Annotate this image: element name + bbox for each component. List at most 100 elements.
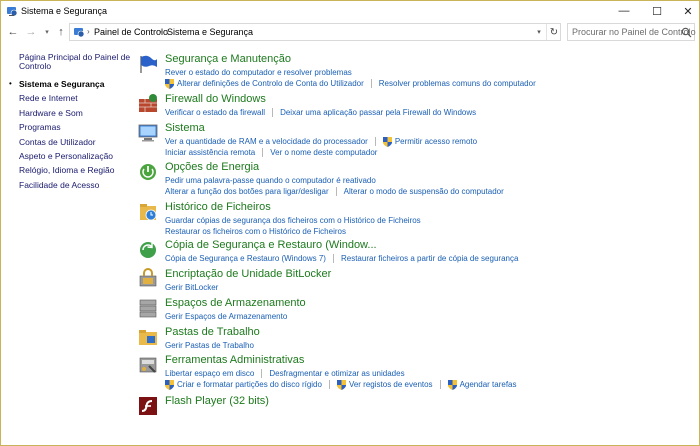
category-link-row: Guardar cópias de segurança dos ficheiro… bbox=[165, 215, 421, 226]
task-link[interactable]: Alterar a função dos botões para ligar/d… bbox=[165, 187, 329, 196]
category-title[interactable]: Cópia de Segurança e Restauro (Window... bbox=[165, 239, 377, 251]
up-button[interactable]: ↑ bbox=[53, 24, 69, 40]
category-link-row: Libertar espaço em disco Desfragmentar e … bbox=[165, 368, 405, 379]
sidebar-item-programs[interactable]: Programas bbox=[19, 122, 61, 132]
file-history-icon[interactable] bbox=[137, 201, 159, 223]
power-options-icon[interactable] bbox=[137, 161, 159, 183]
sidebar-item-network-internet[interactable]: Rede e Internet bbox=[19, 93, 78, 103]
uac-shield-icon bbox=[447, 379, 457, 390]
category-title[interactable]: Flash Player (32 bits) bbox=[165, 395, 269, 407]
task-link[interactable]: Verificar o estado da firewall bbox=[165, 108, 265, 117]
category-title[interactable]: Pastas de Trabalho bbox=[165, 326, 260, 338]
breadcrumb-control-panel[interactable]: Painel de Controlo bbox=[94, 27, 168, 37]
task-link[interactable]: Resolver problemas comuns do computador bbox=[379, 79, 536, 88]
task-link[interactable]: Restaurar os ficheiros com o Histórico d… bbox=[165, 227, 346, 236]
task-link[interactable]: Deixar uma aplicação passar pela Firewal… bbox=[280, 108, 476, 117]
search-icon[interactable] bbox=[681, 27, 692, 38]
task-link[interactable]: Gerir BitLocker bbox=[165, 283, 218, 292]
firewall-icon[interactable] bbox=[137, 93, 159, 115]
bitlocker-icon[interactable] bbox=[137, 268, 159, 290]
admin-tools-icon[interactable] bbox=[137, 354, 159, 376]
back-button[interactable]: ← bbox=[5, 24, 21, 40]
task-link[interactable]: Ver registos de eventos bbox=[336, 379, 433, 390]
task-link[interactable]: Pedir uma palavra-passe quando o computa… bbox=[165, 176, 376, 185]
task-link[interactable]: Iniciar assistência remota bbox=[165, 148, 255, 157]
sidebar-item-system-security[interactable]: Sistema e Segurança bbox=[19, 79, 105, 89]
category-link-row: Iniciar assistência remota Ver o nome des… bbox=[165, 147, 377, 158]
uac-shield-icon bbox=[382, 136, 392, 147]
storage-spaces-icon[interactable] bbox=[137, 297, 159, 319]
address-bar[interactable]: › Painel de Controlo › Sistema e Seguran… bbox=[69, 23, 561, 41]
window-title: Sistema e Segurança bbox=[21, 6, 108, 16]
task-link[interactable]: Cópia de Segurança e Restauro (Windows 7… bbox=[165, 254, 326, 263]
search-input[interactable]: Procurar no Painel de Controlo bbox=[567, 23, 696, 41]
sidebar-item-clock-language[interactable]: Relógio, Idioma e Região bbox=[19, 165, 114, 175]
task-link[interactable]: Ver a quantidade de RAM e a velocidade d… bbox=[165, 137, 368, 146]
category-title[interactable]: Ferramentas Administrativas bbox=[165, 354, 304, 366]
link-separator bbox=[261, 369, 263, 378]
task-link[interactable]: Desfragmentar e otimizar as unidades bbox=[269, 369, 404, 378]
task-link-label: Ver registos de eventos bbox=[348, 379, 433, 389]
category-title[interactable]: Sistema bbox=[165, 122, 205, 134]
category-link-row: Gerir BitLocker bbox=[165, 282, 218, 293]
link-separator bbox=[374, 137, 376, 146]
task-link[interactable]: Libertar espaço em disco bbox=[165, 369, 254, 378]
task-link-label: Permitir acesso remoto bbox=[394, 136, 478, 146]
task-link[interactable]: Agendar tarefas bbox=[447, 379, 517, 390]
category-link-row: Alterar definições de Controlo de Conta … bbox=[165, 78, 536, 89]
sidebar-item-hardware-sound[interactable]: Hardware e Som bbox=[19, 108, 83, 118]
address-dropdown-button[interactable]: ▾ bbox=[532, 24, 546, 40]
uac-shield-icon bbox=[336, 379, 346, 390]
category-title[interactable]: Firewall do Windows bbox=[165, 93, 266, 105]
task-link[interactable]: Gerir Pastas de Trabalho bbox=[165, 341, 254, 350]
link-separator bbox=[439, 380, 441, 389]
task-link-label: Alterar definições de Controlo de Conta … bbox=[177, 78, 364, 88]
breadcrumb-separator[interactable]: › bbox=[159, 27, 162, 36]
link-separator bbox=[332, 254, 334, 263]
close-button[interactable]: ✕ bbox=[673, 1, 700, 21]
sidebar-item-ease-of-access[interactable]: Facilidade de Acesso bbox=[19, 180, 99, 190]
minimize-button[interactable]: — bbox=[609, 1, 639, 21]
category-link-row: Criar e formatar partições do disco rígi… bbox=[165, 379, 517, 390]
breadcrumb-system-security[interactable]: Sistema e Segurança bbox=[167, 27, 253, 37]
task-link[interactable]: Gerir Espaços de Armazenamento bbox=[165, 312, 287, 321]
task-link[interactable]: Alterar definições de Controlo de Conta … bbox=[165, 78, 364, 89]
title-bar[interactable]: Sistema e Segurança — ☐ ✕ bbox=[1, 1, 699, 21]
sidebar-item-control-panel-home-cont[interactable]: Controlo bbox=[19, 61, 51, 71]
task-link[interactable]: Permitir acesso remoto bbox=[382, 136, 478, 147]
control-panel-icon bbox=[7, 7, 18, 17]
main-content: Segurança e Manutenção Rever o estado do … bbox=[131, 43, 691, 443]
work-folders-icon[interactable] bbox=[137, 326, 159, 348]
forward-button[interactable]: → bbox=[23, 24, 39, 40]
category-title[interactable]: Histórico de Ficheiros bbox=[165, 201, 271, 213]
category-title[interactable]: Encriptação de Unidade BitLocker bbox=[165, 268, 331, 280]
backup-restore-icon[interactable] bbox=[137, 239, 159, 261]
category-title[interactable]: Opções de Energia bbox=[165, 161, 259, 173]
category-title[interactable]: Espaços de Armazenamento bbox=[165, 297, 306, 309]
refresh-button[interactable]: ↻ bbox=[546, 24, 561, 40]
computer-icon[interactable] bbox=[137, 122, 159, 144]
category-link-row: Cópia de Segurança e Restauro (Windows 7… bbox=[165, 253, 518, 264]
task-link[interactable]: Guardar cópias de segurança dos ficheiro… bbox=[165, 216, 421, 225]
breadcrumb-separator[interactable]: › bbox=[87, 27, 90, 36]
task-link[interactable]: Ver o nome deste computador bbox=[270, 148, 377, 157]
link-separator bbox=[370, 79, 372, 88]
sidebar-item-appearance[interactable]: Aspeto e Personalização bbox=[19, 151, 113, 161]
control-panel-icon bbox=[74, 28, 85, 38]
flag-icon[interactable] bbox=[137, 53, 159, 75]
search-placeholder: Procurar no Painel de Controlo bbox=[572, 27, 696, 37]
category-link-row: Verificar o estado da firewall Deixar uma… bbox=[165, 107, 476, 118]
link-separator bbox=[262, 148, 264, 157]
category-title[interactable]: Segurança e Manutenção bbox=[165, 53, 291, 65]
link-separator bbox=[272, 108, 274, 117]
maximize-button[interactable]: ☐ bbox=[642, 1, 672, 21]
sidebar: Página Principal do Painel de Controlo •… bbox=[1, 43, 130, 443]
task-link[interactable]: Rever o estado do computador e resolver … bbox=[165, 68, 352, 77]
category-link-row: Gerir Pastas de Trabalho bbox=[165, 340, 254, 351]
task-link[interactable]: Criar e formatar partições do disco rígi… bbox=[165, 379, 322, 390]
sidebar-item-user-accounts[interactable]: Contas de Utilizador bbox=[19, 137, 96, 147]
task-link[interactable]: Alterar o modo de suspensão do computado… bbox=[344, 187, 504, 196]
flash-player-icon[interactable] bbox=[137, 395, 159, 417]
category-link-row: Ver a quantidade de RAM e a velocidade d… bbox=[165, 136, 477, 147]
task-link[interactable]: Restaurar ficheiros a partir de cópia de… bbox=[341, 254, 518, 263]
